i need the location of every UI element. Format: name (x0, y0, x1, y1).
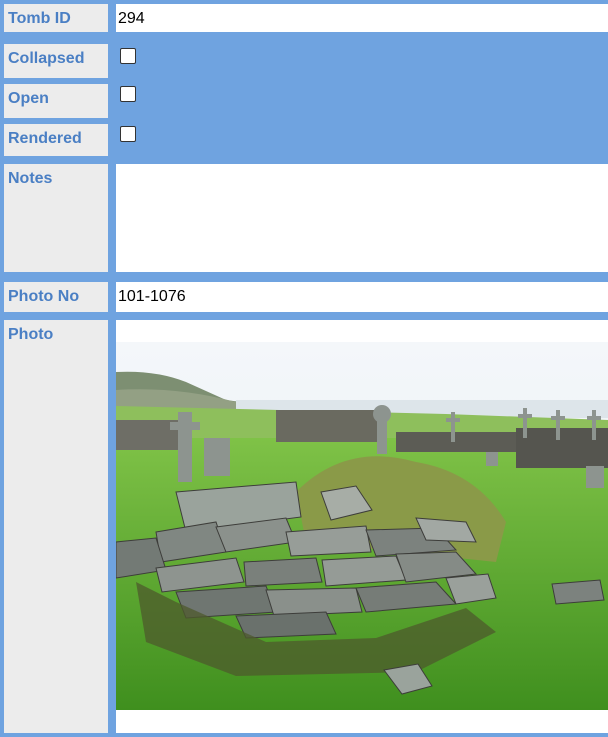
record-form: Tomb ID 294 Collapsed Open Rendered Note… (0, 0, 608, 737)
tomb-id-field[interactable]: 294 (116, 4, 608, 32)
open-label: Open (4, 84, 108, 118)
photo-no-field[interactable]: 101-1076 (116, 282, 608, 312)
photo-no-row: Photo No 101-1076 (4, 282, 608, 312)
collapsed-label: Collapsed (4, 44, 108, 78)
tomb-id-row: Tomb ID 294 (4, 4, 608, 32)
notes-field[interactable] (116, 164, 608, 272)
tomb-id-label: Tomb ID (4, 4, 108, 32)
rendered-checkbox[interactable] (120, 126, 136, 142)
notes-row: Notes (4, 164, 608, 272)
photo-label: Photo (4, 320, 108, 733)
collapsed-row: Collapsed (4, 44, 608, 78)
open-row: Open (4, 84, 608, 118)
photo-frame (116, 320, 608, 733)
collapsed-checkbox[interactable] (120, 48, 136, 64)
photo-no-label: Photo No (4, 282, 108, 312)
open-checkbox[interactable] (120, 86, 136, 102)
photo-row: Photo (4, 320, 608, 733)
notes-label: Notes (4, 164, 108, 272)
tomb-photo (116, 342, 608, 710)
rendered-row: Rendered (4, 124, 608, 156)
rendered-label: Rendered (4, 124, 108, 156)
